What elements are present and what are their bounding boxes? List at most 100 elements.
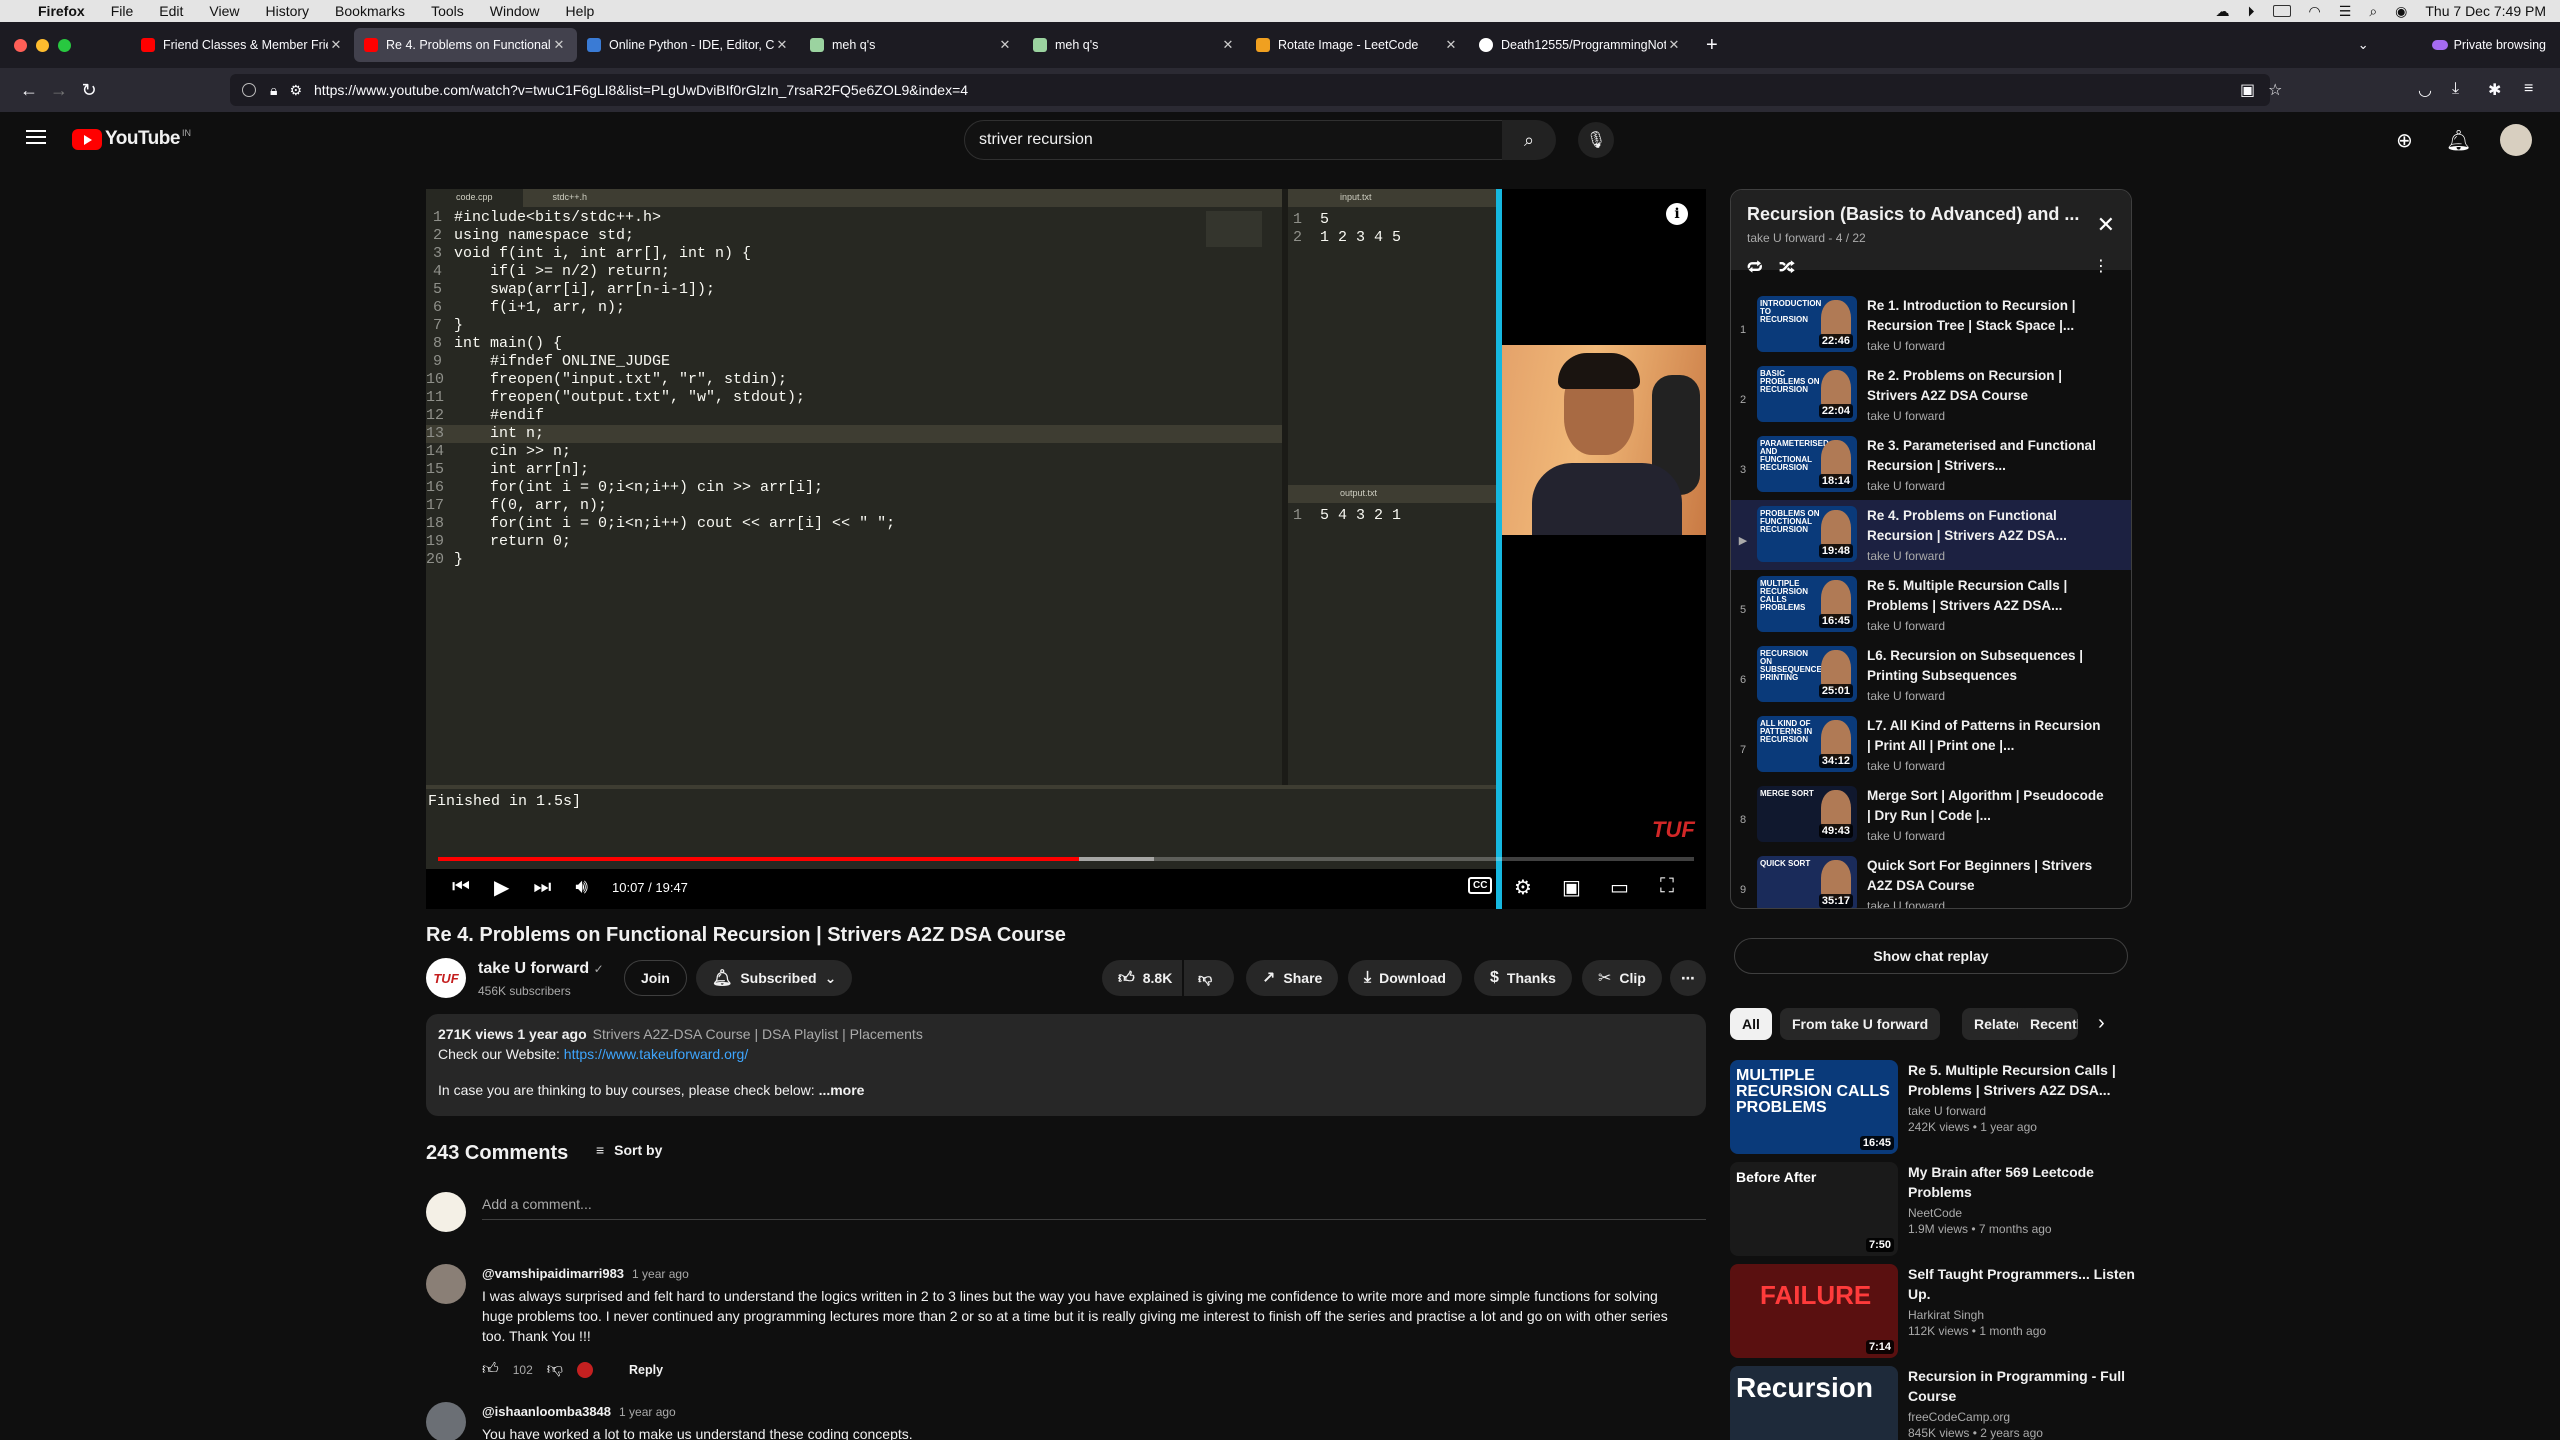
browser-tab[interactable]: Online Python - IDE, Editor, Co ✕: [577, 28, 800, 62]
share-button[interactable]: ↗ Share: [1246, 960, 1339, 996]
commenter-avatar[interactable]: [426, 1264, 466, 1304]
clip-button[interactable]: ✂ Clip: [1582, 960, 1662, 996]
notifications-bell-icon[interactable]: 🔔︎: [2446, 128, 2471, 153]
channel-name[interactable]: take U forward ✓: [478, 960, 604, 978]
show-more-link[interactable]: ...more: [819, 1082, 865, 1098]
shuffle-icon[interactable]: 🔀︎: [1779, 256, 1795, 279]
info-icon[interactable]: i: [1666, 203, 1688, 225]
chip-all[interactable]: All: [1730, 1008, 1772, 1040]
recommended-channel[interactable]: NeetCode: [1908, 1206, 2138, 1220]
forward-icon[interactable]: →: [44, 80, 74, 101]
battery-icon[interactable]: [2272, 5, 2291, 17]
volume-icon[interactable]: 🔊︎: [575, 876, 588, 899]
video-player[interactable]: code.cpp stdc++.h 1 #include<bits/stdc++.…: [426, 189, 1706, 909]
recommended-thumbnail[interactable]: Recursion: [1730, 1366, 1898, 1440]
menu-app-name[interactable]: Firefox: [38, 3, 85, 19]
playlist-title[interactable]: Recursion (Basics to Advanced) and ...: [1747, 204, 2087, 225]
fullscreen-icon[interactable]: ⛶: [1660, 875, 1674, 898]
menu-tools[interactable]: Tools: [431, 3, 464, 19]
playlist-item[interactable]: 6 Recursion on subsequences printing 25:01…: [1731, 640, 2131, 710]
search-input[interactable]: striver recursion ✕: [964, 120, 1536, 160]
account-avatar[interactable]: [2500, 124, 2532, 156]
loop-icon[interactable]: 🔁︎: [1747, 256, 1763, 279]
back-icon[interactable]: ←: [14, 80, 44, 101]
reply-button[interactable]: Reply: [629, 1363, 663, 1377]
comment-time[interactable]: 1 year ago: [619, 1405, 676, 1419]
comment-like-icon[interactable]: 👍︎: [482, 1360, 499, 1379]
menu-edit[interactable]: Edit: [159, 3, 183, 19]
close-tab-icon[interactable]: ✕: [1443, 37, 1459, 53]
like-button[interactable]: 👍︎ 8.8K: [1102, 960, 1182, 996]
pocket-icon[interactable]: ◡: [2418, 80, 2432, 100]
close-playlist-icon[interactable]: ✕: [2097, 212, 2115, 238]
reload-icon[interactable]: ↻: [74, 80, 104, 101]
description-box[interactable]: 271K views 1 year ago Strivers A2Z-DSA Co…: [426, 1014, 1706, 1116]
subtitles-icon[interactable]: CC: [1468, 877, 1493, 894]
playlist-thumbnail[interactable]: QUICK SORT 35:17: [1757, 856, 1857, 908]
thanks-button[interactable]: $ Thanks: [1474, 960, 1572, 996]
menu-history[interactable]: History: [265, 3, 309, 19]
playlist-item-title[interactable]: Merge Sort | Algorithm | Pseudocode | Dr…: [1867, 786, 2107, 826]
youtube-logo[interactable]: YouTube IN: [72, 128, 191, 150]
close-tab-icon[interactable]: ✕: [328, 37, 344, 53]
list-all-tabs-icon[interactable]: ⌄: [2358, 37, 2369, 53]
search-button[interactable]: ⌕: [1502, 120, 1556, 160]
playlist-item-title[interactable]: Re 3. Parameterised and Functional Recur…: [1867, 436, 2107, 476]
theater-mode-icon[interactable]: ▭: [1610, 875, 1629, 900]
downloads-icon[interactable]: ⤓: [2452, 80, 2459, 98]
previous-icon[interactable]: ⏮: [452, 876, 470, 899]
playlist-item[interactable]: ▶ Problems on functional recursion 19:48 Re…: [1731, 500, 2131, 570]
recommended-title[interactable]: My Brain after 569 Leetcode Problems: [1908, 1162, 2138, 1202]
playlist-item-title[interactable]: Quick Sort For Beginners | Strivers A2Z …: [1867, 856, 2107, 896]
recommended-thumbnail[interactable]: FAILURE 7:14: [1730, 1264, 1898, 1358]
close-tab-icon[interactable]: ✕: [551, 37, 567, 53]
playlist-thumbnail[interactable]: Merge Sort 49:43: [1757, 786, 1857, 842]
website-link[interactable]: https://www.takeuforward.org/: [564, 1046, 748, 1062]
more-actions-button[interactable]: ⋯: [1670, 960, 1706, 996]
playlist-item[interactable]: 5 Multiple recursion calls problems 16:45 R…: [1731, 570, 2131, 640]
playlist-item[interactable]: 9 QUICK SORT 35:17 Quick Sort For Beginners…: [1731, 850, 2131, 908]
playlist-subtitle[interactable]: take U forward - 4 / 22: [1747, 231, 2115, 245]
description-tags[interactable]: Strivers A2Z-DSA Course | DSA Playlist |…: [593, 1026, 923, 1042]
playlist-more-icon[interactable]: ⋮: [2093, 256, 2109, 276]
menu-help[interactable]: Help: [566, 3, 595, 19]
close-tab-icon[interactable]: ✕: [1666, 37, 1682, 53]
playlist-thumbnail[interactable]: Parameterised and functional recursion 18…: [1757, 436, 1857, 492]
bookmark-star-icon[interactable]: ☆: [2268, 80, 2282, 100]
playlist-item[interactable]: 8 Merge Sort 49:43 Merge Sort | Algorithm |…: [1731, 780, 2131, 850]
playlist-thumbnail[interactable]: Multiple recursion calls problems 16:45: [1757, 576, 1857, 632]
playlist-thumbnail[interactable]: All kind of patterns in recursion 34:12: [1757, 716, 1857, 772]
browser-tab[interactable]: meh q's ✕: [1023, 28, 1246, 62]
recommended-thumbnail[interactable]: MULTIPLE RECURSION CALLS PROBLEMS 16:45: [1730, 1060, 1898, 1154]
playlist-item-title[interactable]: L6. Recursion on Subsequences | Printing…: [1867, 646, 2107, 686]
recommended-video[interactable]: FAILURE 7:14 Self Taught Programmers... Li…: [1730, 1264, 2150, 1358]
playlist-item[interactable]: 1 Introduction to Recursion 22:46 Re 1. Int…: [1731, 290, 2131, 360]
playlist-item[interactable]: 2 Basic problems on recursion 22:04 Re 2. P…: [1731, 360, 2131, 430]
recommended-video[interactable]: MULTIPLE RECURSION CALLS PROBLEMS 16:45 Re…: [1730, 1060, 2150, 1154]
wifi-icon[interactable]: ◠: [2309, 3, 2321, 20]
miniplayer-icon[interactable]: ▣: [1562, 875, 1581, 900]
close-window-icon[interactable]: [14, 38, 27, 52]
recommended-video[interactable]: Recursion Recursion in Programming - Full…: [1730, 1366, 2150, 1440]
recommended-title[interactable]: Self Taught Programmers... Listen Up.: [1908, 1264, 2138, 1304]
minimize-window-icon[interactable]: [36, 38, 49, 52]
next-icon[interactable]: ⏭: [533, 876, 551, 899]
spotlight-icon[interactable]: ⌕: [2369, 3, 2377, 20]
commenter-avatar[interactable]: [426, 1402, 466, 1440]
create-video-icon[interactable]: ⊕: [2396, 128, 2413, 153]
menu-bookmarks[interactable]: Bookmarks: [335, 3, 405, 19]
comment-author[interactable]: @ishaanloomba3848: [482, 1404, 611, 1419]
siri-icon[interactable]: ◉: [2395, 3, 2407, 20]
comment-time[interactable]: 1 year ago: [632, 1267, 689, 1281]
recommended-title[interactable]: Recursion in Programming - Full Course: [1908, 1366, 2138, 1406]
browser-tab[interactable]: Death12555/ProgrammingNote ✕: [1469, 28, 1692, 62]
join-button[interactable]: Join: [624, 960, 687, 996]
browser-tab[interactable]: Rotate Image - LeetCode ✕: [1246, 28, 1469, 62]
hamburger-menu-icon[interactable]: [26, 130, 46, 144]
browser-tab-active[interactable]: Re 4. Problems on Functional R ✕: [354, 28, 577, 62]
playlist-item-title[interactable]: Re 5. Multiple Recursion Calls | Problem…: [1867, 576, 2107, 616]
extensions-icon[interactable]: ✱: [2488, 80, 2501, 100]
chip-from-channel[interactable]: From take U forward: [1780, 1008, 1941, 1040]
playlist-item-title[interactable]: Re 2. Problems on Recursion | Strivers A…: [1867, 366, 2107, 406]
url-bar[interactable]: 🔒︎ ⚙ https://www.youtube.com/watch?v=twu…: [230, 74, 2270, 106]
